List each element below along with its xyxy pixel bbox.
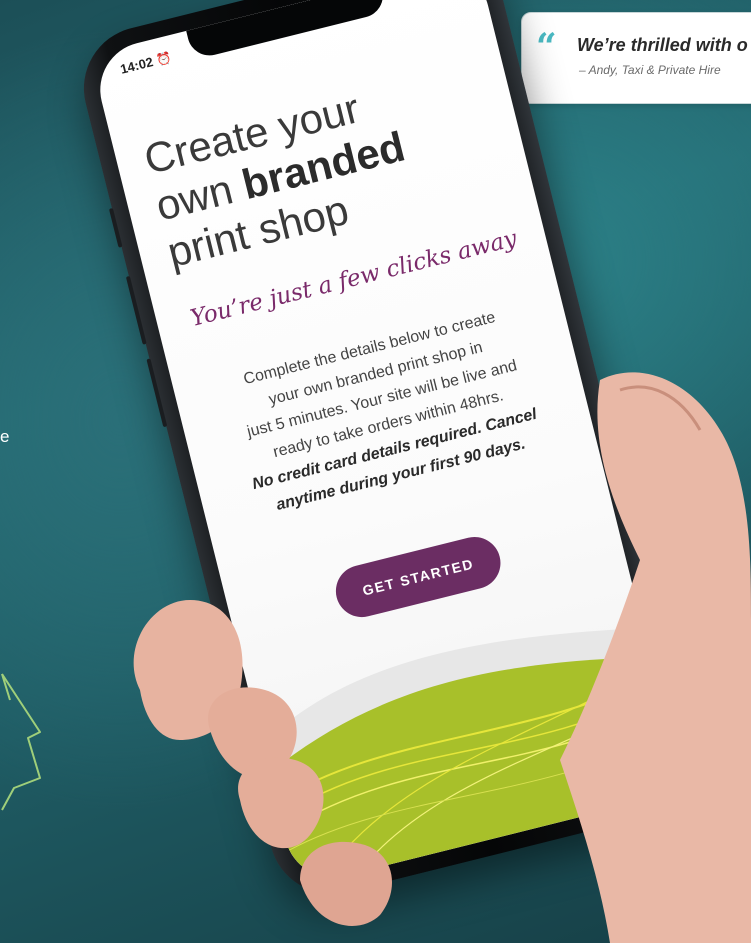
hand-illustration bbox=[133, 372, 751, 943]
